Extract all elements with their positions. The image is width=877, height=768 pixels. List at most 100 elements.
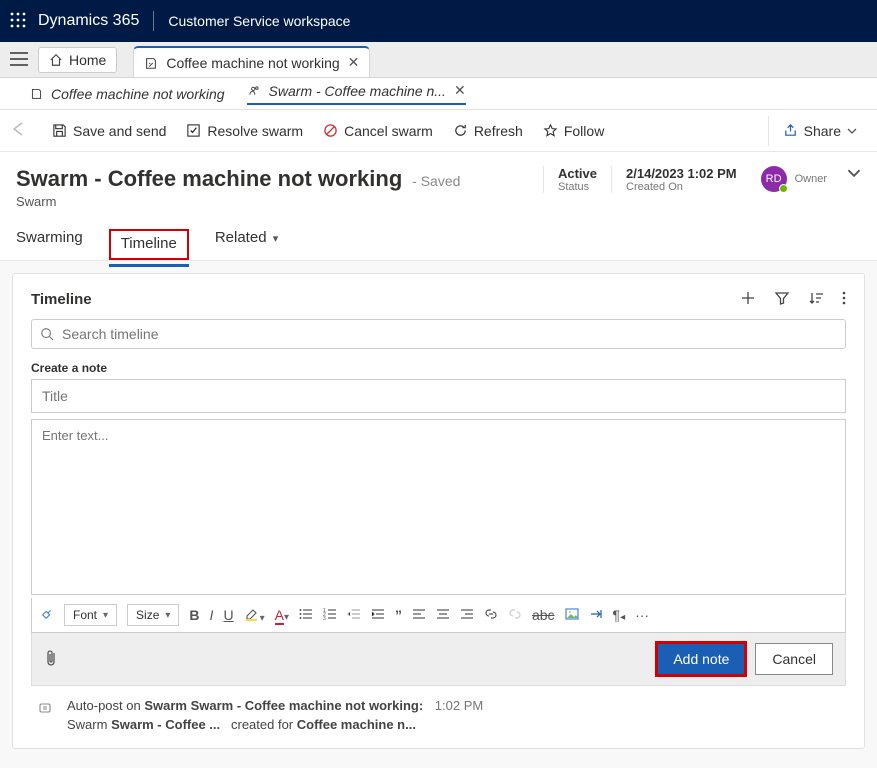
outdent-icon[interactable] <box>347 607 361 624</box>
chevron-down-icon: ▾ <box>165 610 170 621</box>
content-area: Timeline Create a note <box>0 261 877 761</box>
status-column: Active Status <box>543 166 611 193</box>
bullet-list-icon[interactable] <box>299 607 313 624</box>
autopost-time: 1:02 PM <box>435 698 483 713</box>
save-send-label: Save and send <box>73 123 166 139</box>
highlight-icon[interactable]: ▾ <box>244 607 265 624</box>
search-input[interactable] <box>62 326 837 342</box>
more-icon[interactable] <box>842 290 846 309</box>
subtab-case[interactable]: Coffee machine not working <box>30 86 225 102</box>
strikethrough-icon[interactable]: abc <box>532 607 555 623</box>
app-launcher-icon[interactable] <box>10 12 26 31</box>
unlink-icon[interactable] <box>508 607 522 624</box>
refresh-button[interactable]: Refresh <box>443 117 533 145</box>
created-value: 2/14/2023 1:02 PM <box>626 166 737 181</box>
status-label: Status <box>558 181 597 193</box>
underline-icon[interactable]: U <box>223 607 233 623</box>
numbered-list-icon[interactable]: 123 <box>323 607 337 624</box>
save-icon <box>52 123 67 138</box>
cancel-swarm-label: Cancel swarm <box>344 123 433 139</box>
page-header: Swarm - Coffee machine not working - Sav… <box>0 152 877 215</box>
font-label: Font <box>73 608 97 622</box>
ribbon-bar: Home Coffee machine not working ✕ <box>0 42 877 78</box>
align-right-icon[interactable] <box>460 607 474 624</box>
owner-label: Owner <box>795 173 827 185</box>
subtab-case-label: Coffee machine not working <box>51 86 225 102</box>
app-subtabs: Coffee machine not working Swarm - Coffe… <box>0 78 877 110</box>
note-title-input[interactable] <box>31 379 846 413</box>
svg-text:3: 3 <box>323 616 326 621</box>
chevron-down-icon <box>847 126 857 136</box>
quote-icon[interactable]: ” <box>395 607 402 623</box>
resolve-swarm-button[interactable]: Resolve swarm <box>176 117 313 145</box>
home-button[interactable]: Home <box>38 47 117 73</box>
session-tab-label: Coffee machine not working <box>166 55 339 71</box>
session-tab[interactable]: Coffee machine not working ✕ <box>133 46 370 77</box>
hamburger-icon[interactable] <box>10 52 28 69</box>
subtab-swarm-label: Swarm - Coffee machine n... <box>269 83 446 99</box>
follow-button[interactable]: Follow <box>533 117 614 145</box>
home-icon <box>49 53 63 67</box>
presence-dot <box>779 184 788 193</box>
size-label: Size <box>136 608 159 622</box>
form-tabs: Swarming Timeline Related ▾ <box>0 215 877 261</box>
note-body-input[interactable] <box>31 419 846 595</box>
cancel-button[interactable]: Cancel <box>755 643 833 675</box>
cancel-swarm-button[interactable]: Cancel swarm <box>313 117 443 145</box>
resolve-swarm-label: Resolve swarm <box>207 123 303 139</box>
format-painter-icon[interactable] <box>40 607 54 624</box>
share-button[interactable]: Share <box>773 117 867 145</box>
tab-related[interactable]: Related ▾ <box>215 229 278 260</box>
share-label: Share <box>804 123 841 139</box>
refresh-label: Refresh <box>474 123 523 139</box>
font-color-icon[interactable]: A▾ <box>275 607 289 623</box>
close-icon[interactable]: ✕ <box>348 54 360 71</box>
divider <box>153 11 154 31</box>
share-icon <box>783 123 798 138</box>
command-bar: Save and send Resolve swarm Cancel swarm… <box>0 110 877 152</box>
tab-swarming[interactable]: Swarming <box>16 229 83 260</box>
add-icon[interactable] <box>740 290 756 309</box>
avatar-initials: RD <box>766 173 782 185</box>
attach-icon[interactable] <box>44 649 58 670</box>
attach-bar: Add note Cancel <box>31 633 846 686</box>
image-icon[interactable] <box>565 607 579 624</box>
add-note-button[interactable]: Add note <box>657 643 745 675</box>
entity-type: Swarm <box>16 194 460 209</box>
align-left-icon[interactable] <box>412 607 426 624</box>
close-icon[interactable]: ✕ <box>454 82 466 99</box>
resolve-icon <box>186 123 201 138</box>
page-title: Swarm - Coffee machine not working <box>16 166 402 191</box>
chevron-down-icon[interactable] <box>847 166 861 183</box>
timeline-title: Timeline <box>31 291 722 308</box>
rtl-icon[interactable]: ¶◂ <box>613 607 626 623</box>
search-icon <box>40 327 54 341</box>
bold-icon[interactable]: B <box>189 607 199 623</box>
size-select[interactable]: Size ▾ <box>127 604 179 626</box>
autopost-line2: Swarm Swarm - Coffee ... created for Cof… <box>67 717 483 732</box>
link-icon[interactable] <box>484 607 498 624</box>
brand-label: Dynamics 365 <box>38 12 139 30</box>
back-button[interactable] <box>10 121 30 140</box>
owner-column[interactable]: RD Owner <box>751 166 837 192</box>
indent-icon[interactable] <box>371 607 385 624</box>
align-center-icon[interactable] <box>436 607 450 624</box>
subtab-swarm[interactable]: Swarm - Coffee machine n... ✕ <box>247 82 466 105</box>
chevron-down-icon: ▾ <box>103 610 108 621</box>
more-icon[interactable]: ··· <box>635 607 649 623</box>
chevron-down-icon: ▾ <box>273 233 279 245</box>
save-send-button[interactable]: Save and send <box>42 117 176 145</box>
font-select[interactable]: Font ▾ <box>64 604 117 626</box>
sort-icon[interactable] <box>808 290 824 309</box>
avatar: RD <box>761 166 787 192</box>
create-note-label: Create a note <box>31 361 846 375</box>
autopost-line1: Auto-post on Swarm Swarm - Coffee machin… <box>67 698 483 713</box>
cancel-icon <box>323 123 338 138</box>
status-value: Active <box>558 166 597 181</box>
search-timeline[interactable] <box>31 319 846 349</box>
workspace-label: Customer Service workspace <box>168 13 350 29</box>
italic-icon[interactable]: I <box>210 607 214 623</box>
tab-timeline[interactable]: Timeline <box>109 229 189 260</box>
filter-icon[interactable] <box>774 290 790 309</box>
ltr-icon[interactable] <box>589 607 603 624</box>
